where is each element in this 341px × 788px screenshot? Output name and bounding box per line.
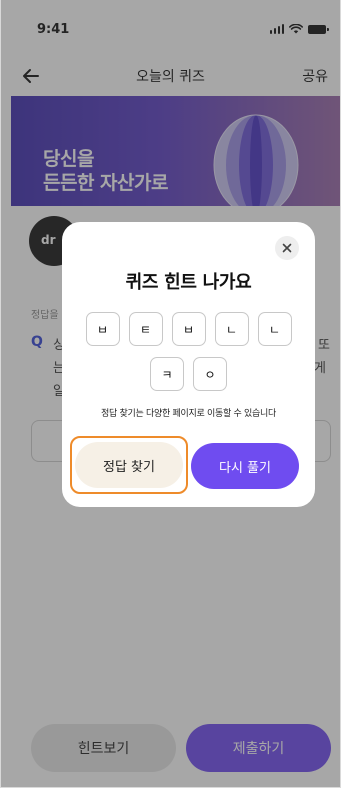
hint-tile: ㅋ bbox=[150, 357, 184, 391]
hint-modal: 퀴즈 힌트 나가요 ㅂ ㅌ ㅂ ㄴ ㄴ ㅋ ㅇ 정답 찾기는 다양한 페이지로 … bbox=[62, 222, 315, 507]
hint-tile: ㅇ bbox=[193, 357, 227, 391]
hint-tile: ㅌ bbox=[128, 312, 163, 346]
hint-tile: ㅂ bbox=[171, 312, 206, 346]
modal-title: 퀴즈 힌트 나가요 bbox=[125, 272, 252, 293]
hint-tile: ㅂ bbox=[85, 312, 120, 346]
retry-button[interactable]: 다시 풀기 bbox=[191, 443, 299, 489]
hint-tile: ㄴ bbox=[214, 312, 249, 346]
find-answer-button[interactable]: 정답 찾기 bbox=[75, 442, 183, 488]
quiz-screen: 9:41 오늘의 퀴즈 공유 당신을 든든한 자산가로 dr 정답을 Q 싱 는… bbox=[0, 0, 341, 788]
modal-note: 정답 찾기는 다양한 페이지로 이동할 수 있습니다 bbox=[101, 409, 276, 419]
find-answer-highlight: 정답 찾기 bbox=[70, 436, 188, 494]
close-icon bbox=[282, 243, 292, 253]
hint-tiles: ㅂ ㅌ ㅂ ㄴ ㄴ ㅋ ㅇ bbox=[62, 312, 315, 391]
close-button[interactable] bbox=[275, 236, 299, 260]
hint-tile: ㄴ bbox=[257, 312, 292, 346]
